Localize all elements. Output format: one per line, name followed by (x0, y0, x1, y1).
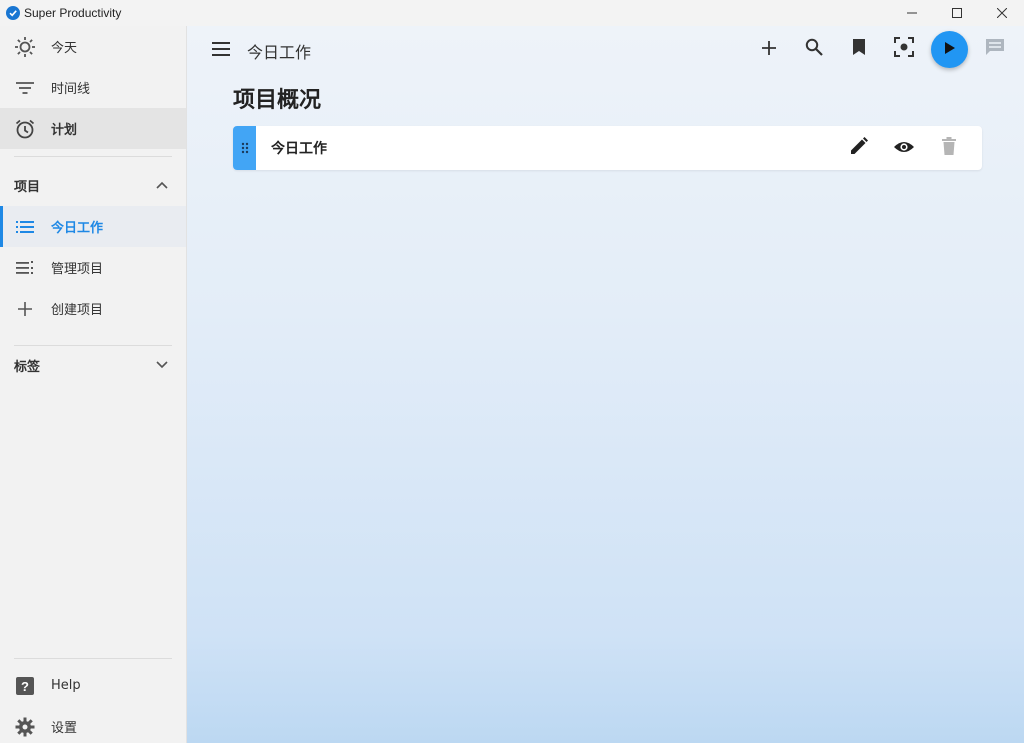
edit-project-button[interactable] (847, 136, 871, 160)
project-title: 今日工作 (271, 141, 327, 157)
help-icon: ? (0, 676, 50, 695)
sidebar-item-label: 时间线 (51, 82, 91, 97)
add-task-button[interactable] (757, 37, 781, 61)
list-icon (0, 220, 50, 234)
play-icon (944, 40, 956, 59)
maximize-button[interactable] (934, 0, 979, 26)
sidebar-item-label: 管理项目 (51, 262, 104, 277)
page-heading: 项目概况 (233, 88, 322, 113)
close-button[interactable] (979, 0, 1024, 26)
sidebar-item-manage-projects[interactable]: 管理项目 (0, 247, 186, 288)
sidebar: 今天 时间线 计划 项目 今日工作 管理项目 创建项目 标签 ? Help 设置 (0, 26, 187, 743)
sidebar-item-settings[interactable]: 设置 (0, 706, 186, 743)
manage-list-icon (0, 260, 50, 276)
sidebar-divider (14, 156, 172, 157)
app-title: Super Productivity (24, 6, 122, 20)
sidebar-item-label: Help (51, 678, 81, 693)
sidebar-item-create-project[interactable]: 创建项目 (0, 288, 186, 329)
comment-icon (985, 38, 1005, 60)
top-toolbar: 今日工作 (187, 26, 1024, 72)
sidebar-item-today[interactable]: 今天 (0, 26, 186, 67)
filter-lines-icon (0, 81, 50, 95)
trash-icon (942, 137, 956, 159)
tags-section-header[interactable]: 标签 (0, 345, 186, 386)
sidebar-divider (14, 658, 172, 659)
window-titlebar: Super Productivity (0, 0, 1024, 26)
gear-icon (0, 717, 50, 737)
sidebar-item-label: 今日工作 (51, 221, 104, 236)
search-button[interactable] (802, 37, 826, 61)
sidebar-item-timeline[interactable]: 时间线 (0, 67, 186, 108)
focus-icon (894, 37, 914, 61)
projects-section-header[interactable]: 项目 (0, 165, 186, 206)
app-logo-icon (6, 6, 20, 20)
menu-button[interactable] (209, 38, 233, 62)
sidebar-item-plan[interactable]: 计划 (0, 108, 186, 149)
chevron-up-icon (156, 178, 168, 193)
notes-button[interactable] (983, 37, 1007, 61)
minimize-button[interactable] (889, 0, 934, 26)
alarm-clock-icon (0, 118, 50, 140)
delete-project-button[interactable] (937, 136, 961, 160)
main-content: 今日工作 项目概况 今日工作 (187, 26, 1024, 743)
drag-handle[interactable] (233, 126, 256, 170)
hamburger-icon (212, 41, 230, 60)
eye-icon (893, 139, 915, 158)
play-tracking-button[interactable] (931, 31, 968, 68)
pencil-icon (850, 137, 868, 159)
sidebar-item-label: 创建项目 (51, 303, 104, 318)
sidebar-item-label: 设置 (51, 721, 78, 736)
projects-section-label: 项目 (14, 180, 41, 195)
bookmark-icon (852, 38, 866, 60)
plus-icon (0, 301, 50, 317)
svg-text:?: ? (21, 679, 29, 694)
search-icon (805, 38, 823, 60)
chevron-down-icon (156, 358, 168, 373)
sidebar-item-project-today-work[interactable]: 今日工作 (0, 206, 186, 247)
add-icon (762, 40, 776, 59)
focus-mode-button[interactable] (892, 37, 916, 61)
page-title: 今日工作 (247, 43, 312, 62)
sun-icon (0, 36, 50, 58)
sidebar-item-label: 今天 (51, 41, 78, 56)
drag-handle-icon (241, 139, 249, 158)
sidebar-item-help[interactable]: ? Help (0, 665, 186, 706)
sidebar-item-label: 计划 (51, 123, 78, 138)
toggle-visibility-button[interactable] (892, 136, 916, 160)
bookmark-button[interactable] (847, 37, 871, 61)
project-card[interactable]: 今日工作 (233, 126, 982, 170)
tags-section-label: 标签 (14, 360, 41, 375)
